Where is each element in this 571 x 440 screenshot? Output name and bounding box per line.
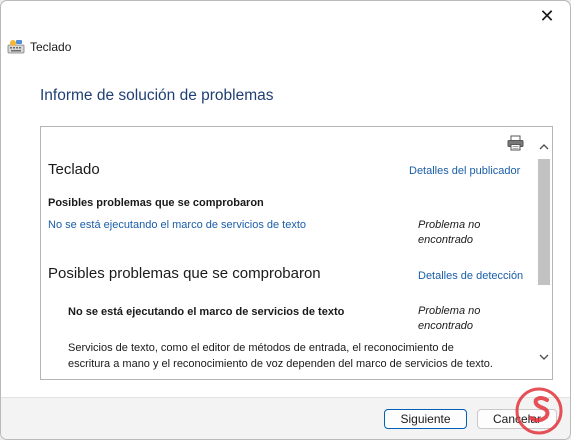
vertical-scrollbar[interactable] [536,127,552,379]
detection-details-link[interactable]: Detalles de detección [418,270,523,282]
report-content: Teclado Detalles del publicador Posibles… [41,127,535,379]
scroll-down-icon[interactable] [538,350,550,362]
detail-issue-status: Problema no encontrado [418,305,481,332]
scroll-up-icon[interactable] [538,140,550,152]
dialog-footer: Siguiente Cancelar [1,397,570,439]
troubleshooter-window: ✕ Teclado Informe de solución de problem… [0,0,571,440]
publisher-details-link[interactable]: Detalles del publicador [409,165,520,177]
issue-description: Servicios de texto, como el editor de mé… [68,342,493,370]
title-bar: Teclado [7,37,71,57]
close-icon: ✕ [539,5,555,26]
keyboard-app-icon [7,39,25,55]
next-button[interactable]: Siguiente [384,409,467,429]
scroll-thumb[interactable] [538,159,550,285]
issue-status: Problema no encontrado [418,219,481,246]
printer-icon[interactable] [507,135,524,151]
detail-issue-label: No se está ejecutando el marco de servic… [68,306,345,318]
window-title: Teclado [30,40,72,54]
close-button[interactable]: ✕ [532,4,562,28]
issue-link[interactable]: No se está ejecutando el marco de servic… [48,219,306,231]
watermark-logo [510,385,568,437]
section-keyboard-title: Teclado [48,161,100,178]
report-heading: Informe de solución de problemas [40,87,274,104]
checked-issues-subheading: Posibles problemas que se comprobaron [48,197,264,209]
section-checked-title: Posibles problemas que se comprobaron [48,265,321,282]
report-panel: Teclado Detalles del publicador Posibles… [40,126,553,380]
